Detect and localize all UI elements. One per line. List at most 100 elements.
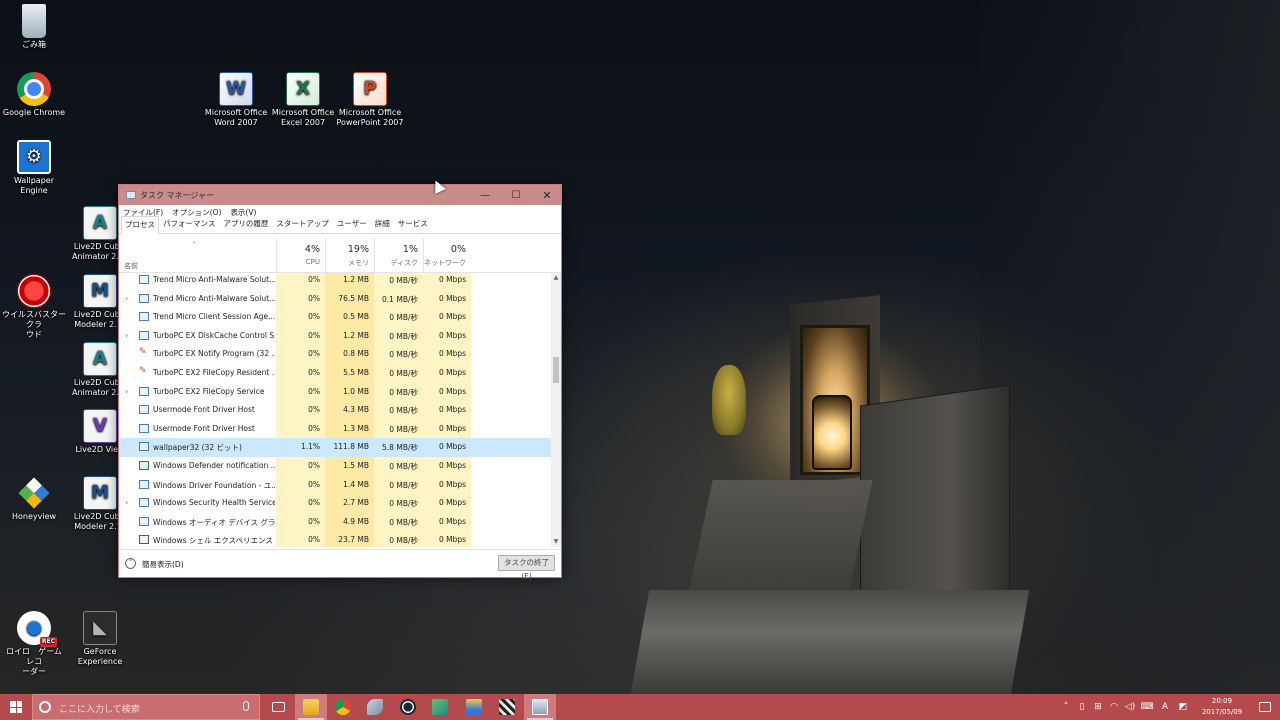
desktop-icon-recycle-bin[interactable]: ごみ箱 — [0, 4, 68, 50]
taskbar-chrome[interactable] — [327, 694, 359, 720]
desktop-icon-geforce-experience[interactable]: ◣ GeForce Experience — [66, 611, 134, 667]
close-button[interactable]: ✕ — [532, 185, 562, 205]
desktop-icon-powerpoint[interactable]: P Microsoft Office PowerPoint 2007 — [336, 72, 404, 128]
wallpaper-lantern — [812, 395, 852, 470]
desktop-icon-label: PowerPoint 2007 — [336, 118, 404, 127]
notification-icon — [1259, 702, 1271, 712]
process-name: Windows Driver Foundation - ユ... — [153, 480, 275, 490]
desktop-icon-honeyview[interactable]: Honeyview — [0, 476, 68, 522]
clock[interactable]: 20:09 2017/05/09 — [1194, 696, 1250, 718]
process-row[interactable]: Usermode Font Driver Host 0% 1.3 MB 0 MB/秒 0… — [119, 419, 551, 439]
ime-indicator[interactable]: A — [1156, 694, 1174, 720]
process-row[interactable]: › TurboPC EX DiskCache Control S... 0% 1.2 … — [119, 326, 551, 346]
end-task-button[interactable]: タスクの終了(E) — [498, 555, 555, 581]
chevron-right-icon[interactable]: › — [125, 331, 128, 340]
clock-date: 2017/05/09 — [1201, 708, 1243, 716]
process-disk: 0 MB/秒 — [374, 475, 423, 495]
clapperboard-icon — [499, 699, 515, 715]
process-row[interactable]: Windows シェル エクスペリエンス ホ...0%23.7 MB0 MB/秒… — [119, 531, 551, 547]
process-row[interactable]: Trend Micro Client Session Age... 0% 0.5 M… — [119, 308, 551, 327]
process-memory: 1.5 MB — [325, 457, 374, 476]
title-bar[interactable]: タスク マネージャー — ☐ ✕ — [119, 185, 561, 205]
process-network: 0 Mbps — [423, 345, 471, 364]
column-memory[interactable]: 19% メモリ — [325, 238, 374, 273]
process-row[interactable]: Trend Micro Anti-Malware Solut... 0% 1.2 M… — [119, 273, 551, 290]
scroll-thumb[interactable] — [553, 357, 559, 383]
process-row[interactable]: Windows オーディオ デバイス グラフ ...0%4.9 MB0 MB/秒… — [119, 512, 551, 532]
desktop-icon-excel[interactable]: X Microsoft Office Excel 2007 — [269, 72, 337, 128]
volume-icon[interactable]: ◁) — [1122, 694, 1138, 720]
process-row[interactable]: Windows Defender notification ... 0% 1.5 M… — [119, 457, 551, 476]
desktop-icon-game-recorder[interactable]: ● REC ロイロ ゲーム レコ ーダー — [0, 611, 70, 677]
process-row[interactable]: ✎ TurboPC EX2 FileCopy Resident ... 0% 5.5 … — [119, 364, 551, 383]
chevron-right-icon[interactable]: › — [125, 387, 128, 396]
app-window-icon — [139, 479, 149, 489]
start-button[interactable] — [0, 694, 32, 720]
network-adapter-icon[interactable]: ⊞ — [1090, 694, 1106, 720]
column-cpu[interactable]: 4% CPU — [276, 238, 325, 273]
process-name: Trend Micro Client Session Age... — [153, 312, 275, 322]
desktop-icon-wallpaper-engine[interactable]: ⚙ Wallpaper Engine — [0, 140, 68, 196]
live2d-animator-icon: A — [83, 206, 117, 240]
app-window-icon — [139, 330, 149, 340]
task-manager-window[interactable]: タスク マネージャー — ☐ ✕ ファイル(F) オプション(O) 表示(V) … — [118, 184, 562, 581]
vertical-scrollbar[interactable]: ▲ ▼ — [551, 273, 561, 547]
tab-details[interactable]: 詳細 — [371, 215, 394, 233]
wifi-icon[interactable]: ◠ — [1106, 694, 1122, 720]
chevron-right-icon[interactable]: › — [125, 294, 128, 303]
network-label: ネットワーク — [424, 259, 466, 267]
process-row[interactable]: › Windows Security Health Service 0% 2.7 MB… — [119, 494, 551, 513]
tab-processes[interactable]: プロセス — [121, 216, 159, 234]
task-view-icon — [271, 702, 285, 712]
tab-startup[interactable]: スタートアップ — [272, 215, 333, 233]
wallpaper-step — [687, 480, 873, 600]
task-view-button[interactable] — [262, 694, 294, 720]
maximize-button[interactable]: ☐ — [501, 185, 531, 205]
desktop-icon-chrome[interactable]: Google Chrome — [0, 72, 68, 118]
tablet-icon[interactable]: ▯ — [1074, 694, 1090, 720]
tab-users[interactable]: ユーザー — [333, 215, 371, 233]
ime-mode-icon[interactable]: ◩ — [1174, 694, 1192, 720]
process-cpu: 0% — [276, 273, 325, 290]
tab-performance[interactable]: パフォーマンス — [159, 215, 219, 233]
taskbar-folder[interactable] — [458, 694, 490, 720]
process-disk: 0 MB/秒 — [374, 531, 423, 547]
fewer-details-link[interactable]: 簡易表示(D) — [142, 559, 184, 570]
microphone-icon[interactable] — [243, 701, 249, 711]
process-name: Trend Micro Anti-Malware Solut... — [153, 275, 275, 284]
taskbar-explorer[interactable] — [295, 694, 327, 720]
taskbar-task-manager[interactable] — [524, 694, 556, 720]
desktop-icon-label: Microsoft Office — [204, 108, 268, 117]
action-center-button[interactable] — [1250, 694, 1280, 720]
scroll-down-icon[interactable]: ▼ — [551, 537, 561, 547]
process-row[interactable]: Windows Driver Foundation - ユ... 0% 1.4 MB… — [119, 475, 551, 495]
chevron-right-icon[interactable]: › — [125, 498, 128, 507]
minimize-button[interactable]: — — [470, 185, 500, 205]
process-row[interactable]: › TurboPC EX2 FileCopy Service 0% 1.0 MB 0 M… — [119, 382, 551, 402]
taskbar-movie-maker[interactable] — [491, 694, 523, 720]
taskbar-steam[interactable] — [392, 694, 424, 720]
taskbar-app[interactable] — [359, 694, 391, 720]
process-cpu: 0% — [276, 531, 325, 547]
desktop-icon-label: ーダー — [22, 667, 46, 676]
tab-app-history[interactable]: アプリの履歴 — [219, 215, 272, 233]
keyboard-icon[interactable]: ⌨ — [1138, 694, 1156, 720]
column-network[interactable]: 0% ネットワーク — [423, 238, 471, 273]
chevron-up-icon[interactable]: ˄ — [125, 558, 136, 569]
taskbar-app[interactable] — [424, 694, 456, 720]
search-box[interactable]: ここに入力して検索 — [32, 694, 260, 720]
scroll-up-icon[interactable]: ▲ — [551, 273, 561, 283]
column-name[interactable]: 名前 — [124, 261, 138, 271]
process-row[interactable]: › Trend Micro Anti-Malware Solut... 0% 76.5… — [119, 289, 551, 309]
wallpaper-floor — [630, 590, 1030, 694]
process-cpu: 0% — [276, 494, 325, 513]
process-row[interactable]: wallpaper32 (32 ビット) 1.1% 111.8 MB 5.8 MB/秒… — [119, 438, 551, 457]
column-disk[interactable]: 1% ディスク — [374, 238, 423, 273]
tab-services[interactable]: サービス — [394, 215, 432, 233]
process-row[interactable]: ✎ TurboPC EX Notify Program (32 ... 0% 0.8 … — [119, 345, 551, 364]
desktop-icon-word[interactable]: W Microsoft Office Word 2007 — [202, 72, 270, 128]
chevron-up-icon[interactable]: ˄ — [1058, 694, 1074, 720]
process-row[interactable]: Usermode Font Driver Host 0% 4.3 MB 0 MB/秒 0… — [119, 401, 551, 420]
process-list: Trend Micro Anti-Malware Solut... 0% 1.2 M… — [119, 273, 551, 547]
desktop-icon-virusbuster[interactable]: ウイルスバスター クラ ウド — [0, 274, 68, 340]
